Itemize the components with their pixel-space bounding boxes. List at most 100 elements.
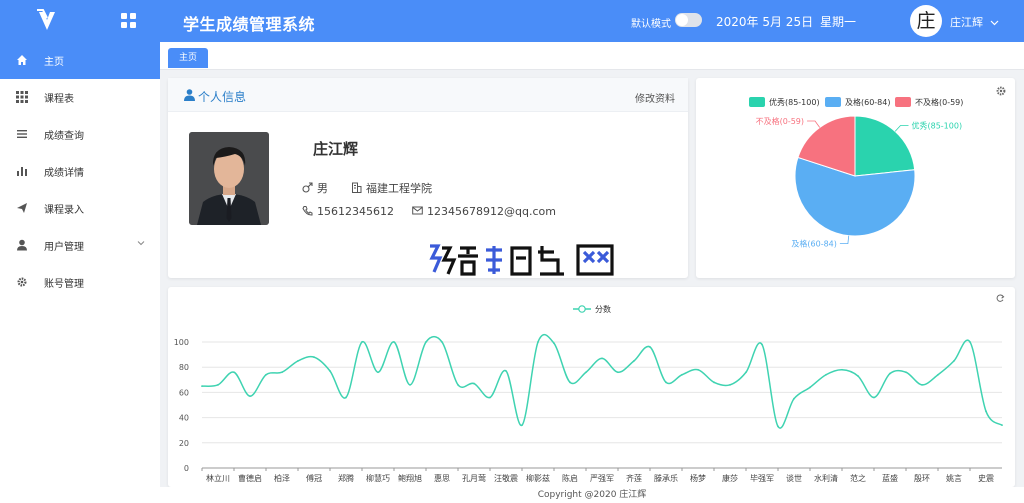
data-point[interactable] [969,341,971,343]
y-tick-label: 0 [184,464,189,473]
app-title: 学生成绩管理系统 [183,15,316,34]
data-point[interactable] [857,375,859,377]
grade-distribution-card: 优秀(85-100) 及格(60-84) 不及格(0-59) 优秀(85-100) 及… [696,78,1015,278]
refresh-icon[interactable] [996,294,1005,302]
sidebar-item-score-query[interactable]: 成绩查询 [0,116,160,153]
sidebar-item-schedule[interactable]: 课程表 [0,79,160,116]
data-point[interactable] [281,371,283,374]
sidebar-item-user-management[interactable]: 用户管理 [0,227,160,264]
logo-icon[interactable] [33,8,61,34]
data-point[interactable] [329,370,331,372]
data-point[interactable] [889,372,891,375]
data-point[interactable] [905,371,907,374]
data-point[interactable] [553,342,555,345]
legend-swatch[interactable] [749,97,765,107]
data-point[interactable] [665,381,667,384]
data-point[interactable] [809,386,811,389]
data-point[interactable] [569,381,571,384]
data-point[interactable] [633,360,635,362]
data-point[interactable] [761,343,763,346]
y-tick-label: 80 [179,363,189,372]
tab-bar: 主页 [160,42,1024,70]
male-icon [302,182,313,193]
data-point[interactable] [473,382,475,385]
data-point[interactable] [937,373,939,376]
sidebar-item-score-detail[interactable]: 成绩详情 [0,153,160,190]
dark-mode-toggle[interactable] [675,13,702,27]
data-point[interactable] [921,383,923,386]
sidebar-item-course-entry[interactable]: 课程录入 [0,190,160,227]
data-point[interactable] [313,356,315,359]
user-menu[interactable]: 庄江辉 [950,14,999,30]
data-point[interactable] [601,357,603,360]
legend-swatch[interactable] [895,97,911,107]
data-point[interactable] [985,410,987,413]
data-point[interactable] [953,360,955,362]
phone-field: 15612345612 [302,205,394,218]
y-tick-label: 20 [179,439,189,448]
x-tick-label: 陈启 [562,473,578,483]
x-tick-label: 殷环 [914,473,930,483]
pie-label-line [839,235,850,245]
data-point[interactable] [377,371,379,374]
grade-pie-chart: 优秀(85-100) 及格(60-84) 不及格(0-59) 优秀(85-100) 及… [749,86,1006,249]
data-point[interactable] [201,385,203,387]
data-point[interactable] [425,341,427,343]
x-tick-label: 柳影兹 [526,473,550,483]
sidebar-item-account-management[interactable]: 账号管理 [0,264,160,301]
legend-label[interactable]: 及格(60-84) [845,97,891,107]
data-point[interactable] [457,383,459,386]
sidebar-item-home[interactable]: 主页 [0,42,160,79]
gear-icon[interactable] [996,86,1006,96]
data-point[interactable] [585,371,587,374]
data-point[interactable] [745,371,747,374]
data-point[interactable] [393,341,395,343]
pie-slice[interactable] [854,115,916,177]
data-point[interactable] [793,397,795,400]
data-point[interactable] [345,396,347,399]
x-tick-label: 谈世 [786,473,802,483]
data-point[interactable] [297,360,299,362]
data-point[interactable] [409,383,411,386]
x-tick-label: 严强军 [590,474,614,483]
data-point[interactable] [537,341,539,343]
data-point[interactable] [233,371,235,374]
legend-marker[interactable] [578,305,586,313]
tab-home[interactable]: 主页 [168,48,208,68]
data-point[interactable] [713,381,715,384]
x-tick-label: 郑腾 [338,473,354,483]
avatar[interactable]: 庄 [910,5,942,37]
data-point[interactable] [521,424,523,427]
data-point[interactable] [729,383,731,386]
data-point[interactable] [265,373,267,376]
data-point[interactable] [873,396,875,399]
home-icon [17,55,27,65]
data-point[interactable] [505,370,507,372]
chevron-down-icon [990,20,998,26]
data-point[interactable] [617,371,619,374]
data-point[interactable] [1001,424,1003,427]
data-point[interactable] [217,383,219,386]
x-tick-label: 滕承乐 [654,473,678,483]
data-point[interactable] [489,396,491,399]
data-point[interactable] [441,341,443,343]
data-point[interactable] [825,373,827,376]
pie-slice-label: 及格(60-84) [791,239,837,249]
data-point[interactable] [697,368,699,371]
data-point[interactable] [249,395,251,398]
legend-label[interactable]: 不及格(0-59) [915,97,963,107]
legend-label[interactable]: 分数 [595,304,611,314]
data-point[interactable] [777,425,779,428]
x-tick-label: 蓝盛 [882,473,898,483]
data-point[interactable] [681,373,683,376]
edit-profile-link[interactable]: 修改资料 [635,90,675,105]
data-point[interactable] [841,368,843,371]
apps-grid-icon[interactable] [121,13,137,29]
data-point[interactable] [361,341,363,343]
data-point[interactable] [649,346,651,348]
legend-swatch[interactable] [825,97,841,107]
x-tick-label: 齐莲 [626,473,642,483]
profile-name: 庄江辉 [313,140,359,158]
legend-label[interactable]: 优秀(85-100) [769,97,820,107]
gender-field: 男 [302,180,328,196]
